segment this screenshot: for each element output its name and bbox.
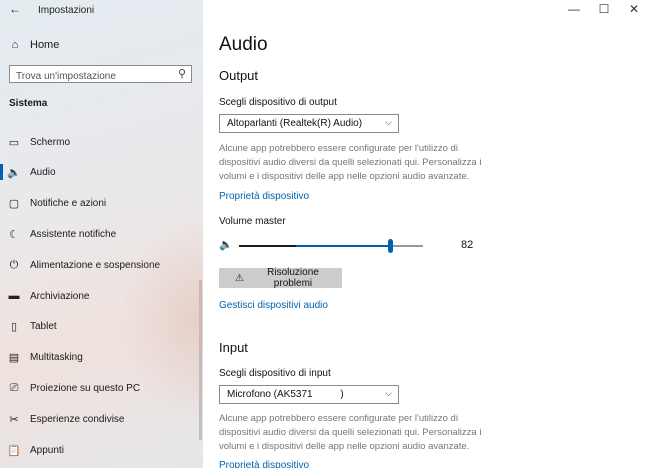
- multitasking-icon: ▤: [8, 351, 20, 364]
- input-properties-link[interactable]: Proprietà dispositivo: [219, 460, 309, 468]
- sidebar-item-label: Proiezione su questo PC: [30, 382, 141, 394]
- moon-icon: ☾: [9, 228, 19, 241]
- speaker-icon[interactable]: 🔈: [219, 238, 233, 251]
- power-icon: ⏻: [9, 258, 19, 271]
- volume-slider-thumb[interactable]: [387, 239, 393, 253]
- volume-slider-track[interactable]: [239, 239, 423, 253]
- sidebar: ← Impostazioni ⌂ Home ⚲ Sistema ▭ Scherm…: [0, 0, 203, 468]
- sidebar-item-label: Assistente notifiche: [30, 228, 117, 240]
- input-device-dropdown[interactable]: Microfono (AK5371 ) ⌵: [219, 385, 399, 404]
- output-description: Alcune app potrebbero essere configurate…: [219, 143, 482, 182]
- search-input[interactable]: [10, 68, 176, 85]
- sidebar-item-esperienze[interactable]: ✂ Esperienze condivise: [0, 407, 203, 431]
- sidebar-item-archiviazione[interactable]: ▬ Archiviazione: [0, 284, 203, 308]
- project-icon: ⎚: [9, 381, 19, 394]
- volume-level-meter: [239, 245, 297, 247]
- sidebar-item-label: Tablet: [30, 320, 57, 332]
- close-icon[interactable]: ✕: [626, 2, 642, 16]
- sidebar-item-label: Alimentazione e sospensione: [30, 259, 161, 271]
- sidebar-item-label: Appunti: [30, 444, 64, 456]
- home-icon: ⌂: [11, 39, 19, 51]
- app-title: Impostazioni: [38, 5, 95, 16]
- chevron-down-icon: ⌵: [385, 388, 392, 398]
- output-heading: Output: [219, 68, 259, 83]
- input-description: Alcune app potrebbero essere configurate…: [219, 413, 482, 452]
- search-box[interactable]: ⚲: [9, 65, 192, 85]
- title-bar: ← Impostazioni: [0, 0, 203, 20]
- sidebar-item-label: Schermo: [30, 136, 71, 148]
- warning-icon: ⚠: [235, 272, 244, 284]
- page-title: Audio: [219, 34, 268, 55]
- search-icon[interactable]: ⚲: [178, 67, 186, 80]
- output-device-label: Scegli dispositivo di output: [219, 97, 337, 108]
- sidebar-item-audio[interactable]: 🔈 Audio: [0, 160, 203, 184]
- manage-devices-link[interactable]: Gestisci dispositivi audio: [219, 300, 328, 311]
- sidebar-item-assistente[interactable]: ☾ Assistente notifiche: [0, 222, 203, 246]
- main-content: — ☐ ✕ Audio Output Scegli dispositivo di…: [203, 0, 650, 468]
- window-controls: — ☐ ✕: [566, 2, 642, 16]
- troubleshoot-button[interactable]: ⚠ Risoluzione problemi: [219, 267, 342, 289]
- input-properties-link-clip: Proprietà dispositivo: [219, 460, 419, 468]
- sidebar-item-schermo[interactable]: ▭ Schermo: [0, 130, 203, 154]
- sidebar-item-appunti[interactable]: 📋 Appunti: [0, 438, 203, 462]
- sidebar-item-notifiche[interactable]: ▢ Notifiche e azioni: [0, 191, 203, 215]
- input-device-value: Microfono (AK5371 ): [227, 389, 344, 400]
- tablet-icon: ▯: [10, 320, 18, 333]
- output-device-dropdown[interactable]: Altoparlanti (Realtek(R) Audio) ⌵: [219, 114, 399, 133]
- clipboard-icon: 📋: [7, 444, 21, 457]
- output-properties-link[interactable]: Proprietà dispositivo: [219, 191, 309, 202]
- sidebar-item-label: Multitasking: [30, 351, 83, 363]
- volume-value: 82: [461, 239, 474, 251]
- minimize-icon[interactable]: —: [566, 2, 582, 16]
- input-heading: Input: [219, 340, 248, 355]
- chevron-down-icon: ⌵: [385, 117, 392, 127]
- sidebar-item-label: Esperienze condivise: [30, 413, 125, 425]
- share-icon: ✂: [9, 413, 19, 426]
- sidebar-item-label: Notifiche e azioni: [30, 197, 107, 209]
- speaker-icon: 🔈: [7, 166, 21, 179]
- volume-row: 🔈: [219, 238, 479, 254]
- troubleshoot-button-label: Risoluzione problemi: [267, 267, 319, 289]
- monitor-icon: ▭: [8, 136, 20, 149]
- sidebar-scrollbar[interactable]: [199, 280, 202, 440]
- sidebar-item-proiezione[interactable]: ⎚ Proiezione su questo PC: [0, 376, 203, 400]
- volume-label: Volume master: [219, 216, 286, 227]
- input-device-label: Scegli dispositivo di input: [219, 368, 331, 379]
- sidebar-item-multitasking[interactable]: ▤ Multitasking: [0, 345, 203, 369]
- maximize-icon[interactable]: ☐: [596, 2, 612, 16]
- storage-icon: ▬: [8, 290, 20, 302]
- sidebar-item-alimentazione[interactable]: ⏻ Alimentazione e sospensione: [0, 253, 203, 277]
- sidebar-item-label: Audio: [30, 166, 56, 178]
- nav-home[interactable]: ⌂ Home: [0, 35, 203, 55]
- sidebar-item-tablet[interactable]: ▯ Tablet: [0, 314, 203, 338]
- sidebar-item-label: Archiviazione: [30, 290, 90, 302]
- section-title: Sistema: [9, 98, 48, 109]
- nav-home-label: Home: [30, 39, 60, 51]
- output-device-value: Altoparlanti (Realtek(R) Audio): [227, 118, 363, 129]
- back-arrow-icon[interactable]: ←: [9, 3, 21, 15]
- notification-icon: ▢: [8, 197, 20, 210]
